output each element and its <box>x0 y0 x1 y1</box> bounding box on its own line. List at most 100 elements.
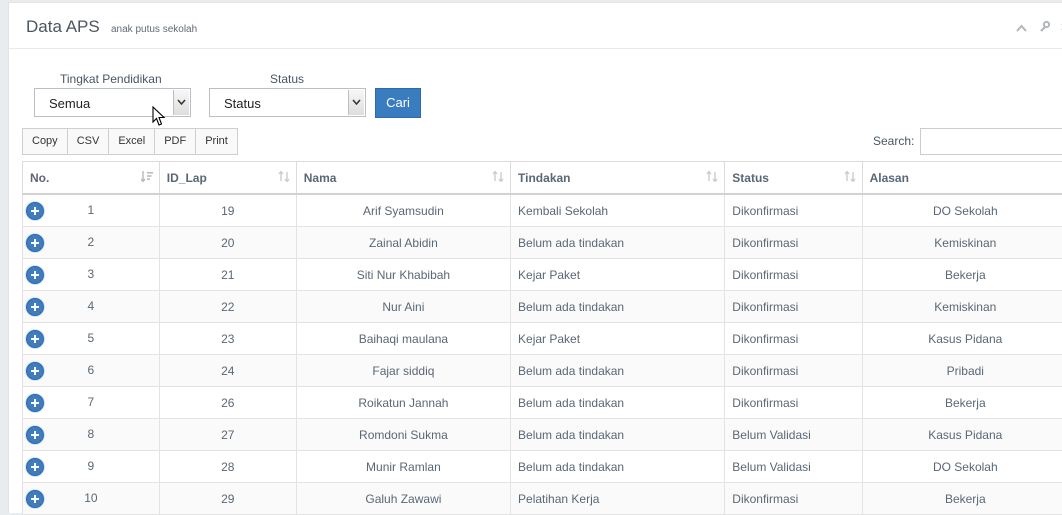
row-number: 5 <box>23 331 159 345</box>
cell-tindakan: Belum ada tindakan <box>511 355 725 387</box>
cari-button[interactable]: Cari <box>375 88 421 118</box>
cell-id-lap: 24 <box>159 355 296 387</box>
col-no-label: No. <box>30 171 49 185</box>
collapse-icon[interactable] <box>1016 21 1027 35</box>
col-id-lap-label: ID_Lap <box>167 171 207 185</box>
cell-status: Dikonfirmasi <box>725 483 862 515</box>
table-row: 422Nur AiniBelum ada tindakanDikonfirmas… <box>23 291 1062 323</box>
row-number: 9 <box>23 459 159 473</box>
row-number: 4 <box>23 299 159 313</box>
cell-nama: Roikatun Jannah <box>296 387 510 419</box>
cell-no: 5 <box>23 323 160 355</box>
sort-icon <box>844 171 856 185</box>
sort-icon <box>278 171 290 185</box>
cell-status: Belum Validasi <box>725 419 862 451</box>
csv-button[interactable]: CSV <box>68 129 110 154</box>
status-select-value: Status <box>224 96 261 111</box>
cell-alasan: Bekerja <box>862 387 1062 419</box>
table-row: 1029Galuh ZawawiPelatihan KerjaDikonfirm… <box>23 483 1062 515</box>
search-label: Search: <box>873 134 914 148</box>
cell-no: 7 <box>23 387 160 419</box>
cell-status: Dikonfirmasi <box>725 323 862 355</box>
cell-nama: Romdoni Sukma <box>296 419 510 451</box>
cell-no: 9 <box>23 451 160 483</box>
cell-tindakan: Belum ada tindakan <box>511 291 725 323</box>
cell-nama: Zainal Abidin <box>296 227 510 259</box>
cell-status: Dikonfirmasi <box>725 259 862 291</box>
col-tindakan[interactable]: Tindakan <box>511 162 725 195</box>
cell-alasan: DO Sekolah <box>862 451 1062 483</box>
panel-header: Data APS anak putus sekolah <box>9 3 1062 49</box>
row-number: 10 <box>23 491 159 505</box>
cell-no: 2 <box>23 227 160 259</box>
cell-tindakan: Kembali Sekolah <box>511 194 725 227</box>
cell-status: Belum Validasi <box>725 451 862 483</box>
cell-tindakan: Belum ada tindakan <box>511 451 725 483</box>
col-tindakan-label: Tindakan <box>518 171 570 185</box>
col-no[interactable]: No. <box>23 162 160 195</box>
col-nama-label: Nama <box>304 171 337 185</box>
sort-icon <box>492 171 504 185</box>
print-button[interactable]: Print <box>196 129 237 154</box>
cell-alasan: Kasus Pidana <box>862 419 1062 451</box>
cell-nama: Siti Nur Khabibah <box>296 259 510 291</box>
row-number: 7 <box>23 395 159 409</box>
table-row: 119Arif SyamsudinKembali SekolahDikonfir… <box>23 194 1062 227</box>
col-id-lap[interactable]: ID_Lap <box>159 162 296 195</box>
excel-button[interactable]: Excel <box>109 129 155 154</box>
cell-nama: Fajar siddiq <box>296 355 510 387</box>
cell-alasan: Kasus Pidana <box>862 323 1062 355</box>
cell-alasan: Bekerja <box>862 259 1062 291</box>
data-aps-panel: Data APS anak putus sekolah Tingkat Pend… <box>8 2 1062 513</box>
table-row: 928Munir RamlanBelum ada tindakanBelum V… <box>23 451 1062 483</box>
cell-nama: Galuh Zawawi <box>296 483 510 515</box>
panel-tools <box>1008 21 1062 35</box>
table-row: 624Fajar siddiqBelum ada tindakanDikonfi… <box>23 355 1062 387</box>
cell-id-lap: 27 <box>159 419 296 451</box>
search-input[interactable] <box>920 128 1062 155</box>
pdf-button[interactable]: PDF <box>155 129 196 154</box>
cell-id-lap: 19 <box>159 194 296 227</box>
cell-tindakan: Kejar Paket <box>511 323 725 355</box>
cell-nama: Nur Aini <box>296 291 510 323</box>
table-row: 220Zainal AbidinBelum ada tindakanDikonf… <box>23 227 1062 259</box>
cell-no: 3 <box>23 259 160 291</box>
cell-id-lap: 22 <box>159 291 296 323</box>
table-row: 523Baihaqi maulanaKejar PaketDikonfirmas… <box>23 323 1062 355</box>
col-alasan[interactable]: Alasan <box>862 162 1062 195</box>
tingkat-pendidikan-select[interactable]: Semua <box>34 88 191 117</box>
mouse-cursor-icon <box>152 106 166 127</box>
cell-status: Dikonfirmasi <box>725 355 862 387</box>
cell-nama: Munir Ramlan <box>296 451 510 483</box>
copy-button[interactable]: Copy <box>23 129 68 154</box>
cell-tindakan: Pelatihan Kerja <box>511 483 725 515</box>
cell-status: Dikonfirmasi <box>725 291 862 323</box>
page-title: Data APS <box>26 17 100 37</box>
col-nama[interactable]: Nama <box>296 162 510 195</box>
row-number: 2 <box>23 235 159 249</box>
cell-tindakan: Belum ada tindakan <box>511 387 725 419</box>
cell-tindakan: Kejar Paket <box>511 259 725 291</box>
cell-no: 10 <box>23 483 160 515</box>
cell-id-lap: 20 <box>159 227 296 259</box>
tingkat-pendidikan-label: Tingkat Pendidikan <box>60 72 162 86</box>
table-row: 827Romdoni SukmaBelum ada tindakanBelum … <box>23 419 1062 451</box>
col-status[interactable]: Status <box>725 162 862 195</box>
cell-tindakan: Belum ada tindakan <box>511 227 725 259</box>
table-row: 726Roikatun JannahBelum ada tindakanDiko… <box>23 387 1062 419</box>
cell-alasan: Pribadi <box>862 355 1062 387</box>
wrench-icon[interactable] <box>1039 21 1050 35</box>
cell-id-lap: 21 <box>159 259 296 291</box>
export-buttons: Copy CSV Excel PDF Print <box>22 128 238 155</box>
col-alasan-label: Alasan <box>870 171 909 185</box>
cell-id-lap: 28 <box>159 451 296 483</box>
cell-id-lap: 23 <box>159 323 296 355</box>
table-header-row: No. ID_Lap Nama Tindakan Status Alasan <box>23 162 1062 195</box>
status-select[interactable]: Status <box>209 88 366 117</box>
cell-id-lap: 29 <box>159 483 296 515</box>
table-row: 321Siti Nur KhabibahKejar PaketDikonfirm… <box>23 259 1062 291</box>
tingkat-pendidikan-value: Semua <box>49 96 90 111</box>
cell-status: Dikonfirmasi <box>725 227 862 259</box>
page-subtitle: anak putus sekolah <box>111 24 197 35</box>
cell-nama: Baihaqi maulana <box>296 323 510 355</box>
